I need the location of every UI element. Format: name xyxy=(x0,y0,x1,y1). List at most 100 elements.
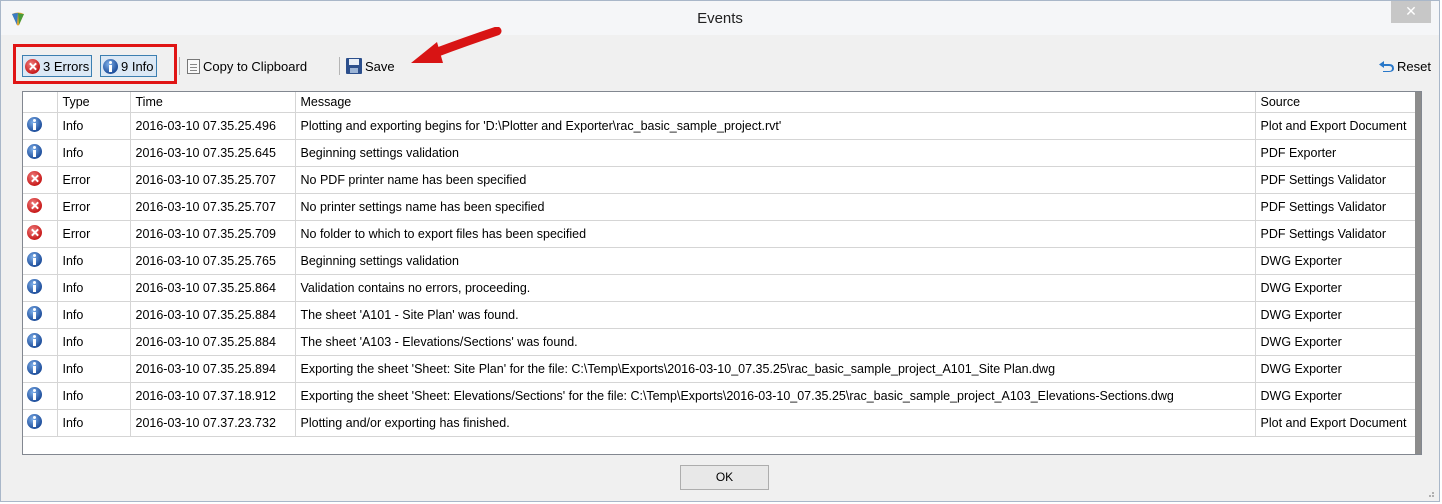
events-grid: Type Time Message Source Info 2016-03-10 … xyxy=(23,92,1419,437)
row-type: Info xyxy=(57,328,131,356)
row-message: Exporting the sheet 'Sheet: Site Plan' f… xyxy=(295,355,1256,383)
row-message: No folder to which to export files has b… xyxy=(295,220,1256,248)
errors-filter-label: 3 Errors xyxy=(43,58,90,74)
save-button[interactable]: Save xyxy=(346,55,395,77)
table-row[interactable]: Info 2016-03-10 07.35.25.884 The sheet 'A1… xyxy=(23,301,1419,329)
info-icon xyxy=(27,360,42,375)
row-source: Plot and Export Document xyxy=(1255,409,1419,437)
row-message: Plotting and exporting begins for 'D:\Pl… xyxy=(295,112,1256,140)
row-type: Info xyxy=(57,409,131,437)
row-source: DWG Exporter xyxy=(1255,328,1419,356)
row-time: 2016-03-10 07.35.25.707 xyxy=(130,193,296,221)
toolbar: 3 Errors 9 Info Copy to Clipboard Save R… xyxy=(9,44,1431,87)
row-icon-cell xyxy=(23,193,58,221)
error-icon xyxy=(27,171,42,186)
row-icon-cell xyxy=(23,220,58,248)
row-type: Error xyxy=(57,193,131,221)
row-source: DWG Exporter xyxy=(1255,355,1419,383)
close-button[interactable]: ✕ xyxy=(1391,1,1431,23)
table-row[interactable]: Info 2016-03-10 07.35.25.765 Beginning set… xyxy=(23,247,1419,275)
toolbar-separator xyxy=(339,57,340,75)
row-type: Info xyxy=(57,274,131,302)
header-time[interactable]: Time xyxy=(130,92,296,113)
table-row[interactable]: Info 2016-03-10 07.35.25.496 Plotting and … xyxy=(23,112,1419,140)
table-row[interactable]: Info 2016-03-10 07.35.25.894 Exporting the… xyxy=(23,355,1419,383)
row-time: 2016-03-10 07.37.18.912 xyxy=(130,382,296,410)
error-icon xyxy=(27,198,42,213)
row-message: The sheet 'A101 - Site Plan' was found. xyxy=(295,301,1256,329)
row-message: No printer settings name has been specif… xyxy=(295,193,1256,221)
row-source: PDF Settings Validator xyxy=(1255,220,1419,248)
events-body: Info 2016-03-10 07.35.25.496 Plotting and … xyxy=(23,112,1419,437)
row-source: PDF Settings Validator xyxy=(1255,193,1419,221)
events-table: Type Time Message Source Info 2016-03-10 … xyxy=(22,91,1422,455)
row-type: Info xyxy=(57,355,131,383)
error-icon xyxy=(25,58,40,74)
row-type: Info xyxy=(57,112,131,140)
row-source: PDF Settings Validator xyxy=(1255,166,1419,194)
info-icon xyxy=(27,414,42,429)
row-time: 2016-03-10 07.35.25.707 xyxy=(130,166,296,194)
row-icon-cell xyxy=(23,355,58,383)
header-type[interactable]: Type xyxy=(57,92,131,113)
header-icon[interactable] xyxy=(23,92,58,113)
title-bar[interactable]: Events ✕ xyxy=(1,1,1439,35)
info-icon xyxy=(27,117,42,132)
reset-button[interactable]: Reset xyxy=(1378,55,1431,77)
info-icon xyxy=(27,252,42,267)
table-row[interactable]: Error 2016-03-10 07.35.25.709 No folder to… xyxy=(23,220,1419,248)
row-source: DWG Exporter xyxy=(1255,301,1419,329)
row-type: Info xyxy=(57,382,131,410)
row-time: 2016-03-10 07.35.25.496 xyxy=(130,112,296,140)
row-message: Beginning settings validation xyxy=(295,247,1256,275)
info-icon xyxy=(27,387,42,402)
info-icon xyxy=(27,144,42,159)
header-message[interactable]: Message xyxy=(295,92,1256,113)
table-row[interactable]: Info 2016-03-10 07.35.25.645 Beginning set… xyxy=(23,139,1419,167)
events-dialog: Events ✕ 3 Errors 9 Info Copy to Clipboa… xyxy=(0,0,1440,502)
row-time: 2016-03-10 07.35.25.884 xyxy=(130,328,296,356)
table-row[interactable]: Error 2016-03-10 07.35.25.707 No printer s… xyxy=(23,193,1419,221)
row-source: DWG Exporter xyxy=(1255,274,1419,302)
row-message: No PDF printer name has been specified xyxy=(295,166,1256,194)
table-row[interactable]: Info 2016-03-10 07.37.23.732 Plotting and/… xyxy=(23,409,1419,437)
row-time: 2016-03-10 07.35.25.864 xyxy=(130,274,296,302)
table-row[interactable]: Info 2016-03-10 07.35.25.864 Validation co… xyxy=(23,274,1419,302)
row-time: 2016-03-10 07.35.25.884 xyxy=(130,301,296,329)
table-row[interactable]: Info 2016-03-10 07.35.25.884 The sheet 'A1… xyxy=(23,328,1419,356)
copy-to-clipboard-button[interactable]: Copy to Clipboard xyxy=(187,55,307,77)
row-time: 2016-03-10 07.35.25.765 xyxy=(130,247,296,275)
clipboard-icon xyxy=(187,58,200,74)
row-type: Error xyxy=(57,220,131,248)
row-message: Plotting and/or exporting has finished. xyxy=(295,409,1256,437)
row-icon-cell xyxy=(23,301,58,329)
row-icon-cell xyxy=(23,409,58,437)
table-row[interactable]: Info 2016-03-10 07.37.18.912 Exporting the… xyxy=(23,382,1419,410)
row-icon-cell xyxy=(23,247,58,275)
row-type: Info xyxy=(57,139,131,167)
row-source: DWG Exporter xyxy=(1255,382,1419,410)
info-filter-button[interactable]: 9 Info xyxy=(100,55,157,77)
header-row: Type Time Message Source xyxy=(23,92,1419,113)
table-row[interactable]: Error 2016-03-10 07.35.25.707 No PDF print… xyxy=(23,166,1419,194)
row-icon-cell xyxy=(23,112,58,140)
errors-filter-button[interactable]: 3 Errors xyxy=(22,55,93,77)
row-type: Info xyxy=(57,301,131,329)
info-icon xyxy=(103,58,118,74)
row-icon-cell xyxy=(23,139,58,167)
row-icon-cell xyxy=(23,274,58,302)
reset-arrow-icon xyxy=(1379,61,1395,72)
row-icon-cell xyxy=(23,382,58,410)
info-icon xyxy=(27,279,42,294)
row-message: Exporting the sheet 'Sheet: Elevations/S… xyxy=(295,382,1256,410)
ok-button[interactable]: OK xyxy=(680,465,769,490)
row-source: PDF Exporter xyxy=(1255,139,1419,167)
row-message: Validation contains no errors, proceedin… xyxy=(295,274,1256,302)
resize-grip-icon[interactable] xyxy=(1426,489,1434,497)
header-source[interactable]: Source xyxy=(1255,92,1419,113)
row-type: Error xyxy=(57,166,131,194)
row-time: 2016-03-10 07.35.25.894 xyxy=(130,355,296,383)
copy-to-clipboard-label: Copy to Clipboard xyxy=(203,58,308,74)
reset-label: Reset xyxy=(1397,58,1431,74)
vertical-scrollbar[interactable] xyxy=(1415,92,1421,454)
